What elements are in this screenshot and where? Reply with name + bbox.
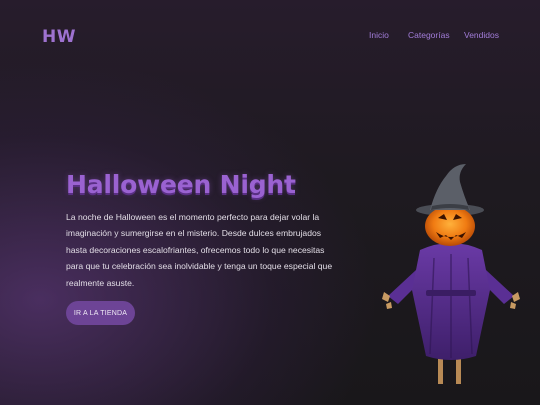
- logo[interactable]: HW: [42, 27, 76, 47]
- hero-title: Halloween Night: [66, 170, 296, 199]
- hero-description: La noche de Halloween es el momento perf…: [66, 212, 333, 288]
- nav-item-vendidos[interactable]: Vendidos: [464, 30, 499, 40]
- nav-item-inicio[interactable]: Inicio: [369, 30, 389, 40]
- shop-button[interactable]: IR A LA TIENDA: [66, 301, 135, 325]
- pumpkin-scarecrow-icon: [382, 164, 520, 384]
- nav-item-categorias[interactable]: Categorías: [408, 30, 450, 40]
